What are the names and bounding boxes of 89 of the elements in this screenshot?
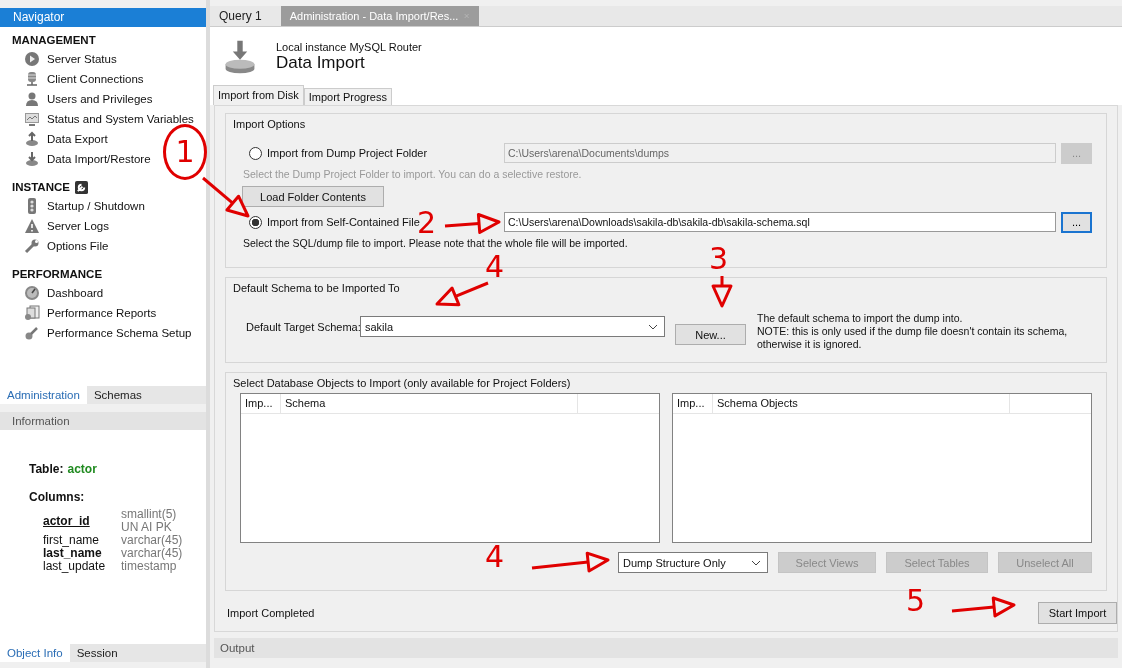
nav-item[interactable]: Server Status [12,49,117,69]
column-name: actor_id [43,514,91,528]
nav-item[interactable]: Server Logs [12,216,109,236]
annotation-arrow [951,596,1016,618]
sidebar-tab[interactable]: Schemas [86,386,149,404]
group-title: Import Options [233,118,306,132]
annotation-arrow [435,281,489,307]
nav-item[interactable]: Performance Reports [12,303,157,323]
column-header[interactable]: Imp... [241,394,281,413]
column-type: smallint(5) [121,508,177,521]
annotation-arrow [444,213,501,234]
annotation-number: 4 [485,542,505,572]
wrench-icon [24,239,39,254]
nav-item[interactable]: Performance Schema Setup [12,323,192,343]
nav-item[interactable]: Client Connections [12,69,144,89]
radio-button[interactable] [249,146,262,160]
info-tab[interactable]: Object Info [0,644,70,662]
reports-icon [25,305,40,320]
column-name: last_name [43,547,103,560]
nav-item[interactable]: Startup / Shutdown [12,196,145,216]
schema-note: The default schema to import the dump into. NOTE: this is only used if the dump file doesn't contain its schema, otherwise it is ignored. [757,312,1068,351]
connection-name: Local instance MySQL Router [276,40,422,53]
user-icon [26,92,38,106]
section-heading: MANAGEMENT [12,34,96,46]
nav-item[interactable]: Data Import/Restore [12,149,151,169]
group-title: Default Schema to be Imported To [233,282,400,296]
annotation-number: 3 [709,244,729,274]
sidebar-tab[interactable]: Administration [0,386,87,404]
status-text: Import Completed [227,607,315,619]
chevron-down-icon [751,559,761,566]
annotation-arrow [202,176,250,218]
option-hint: Select the SQL/dump file to import. Please note that the whole file will be imported. [242,237,629,249]
nav-item[interactable]: Options File [12,236,109,256]
table-name: actor [67,462,97,476]
section-heading: INSTANCE [12,181,70,193]
nav-item[interactable]: Data Export [12,129,108,149]
column-header[interactable]: Schema [281,394,578,413]
column-type: timestamp [121,560,177,573]
path-field[interactable]: C:\Users\arena\Documents\dumps [504,143,1056,163]
gauge-icon [25,286,39,300]
schema-objects-list[interactable]: Imp... Schema Objects [672,393,1092,543]
database-icon [26,72,38,86]
navigator-header: Navigator [0,8,206,27]
chevron-down-icon [648,323,658,330]
tools-icon [25,327,38,340]
wrench-icon[interactable] [74,180,88,194]
information-header: Information [0,412,206,430]
column-name: last_update [43,560,107,573]
column-type: varchar(45) [121,534,183,547]
option-label[interactable]: Import from Self-Contained File [267,216,420,228]
field-label: Default Target Schema: [245,320,360,333]
option-label[interactable]: Import from Dump Project Folder [267,147,428,159]
download-icon [26,151,38,166]
column-flags: UN AI PK [121,521,172,534]
annotation-number: 4 [485,252,505,282]
page-tab[interactable]: Import from Disk [213,85,304,105]
path-field[interactable]: C:\Users\arena\Downloads\sakila-db\sakila-db\sakila-schema.sql [504,212,1056,232]
output-header: Output [214,638,1118,658]
editor-tab[interactable]: Query 1 [210,6,271,26]
page-tab[interactable]: Import Progress [303,88,392,105]
upload-icon [26,131,38,146]
browse-button[interactable]: ... [1061,211,1092,233]
columns-label: Columns: [29,490,86,504]
traffic-light-icon [28,198,36,214]
play-icon [25,52,39,66]
load-folder-button[interactable]: Load Folder Contents [242,186,384,207]
section-heading: PERFORMANCE [12,268,103,280]
dump-mode-dropdown[interactable]: Dump Structure Only [618,552,768,573]
circled-number: 1 [163,124,207,180]
start-import-button[interactable]: Start Import [1038,602,1117,624]
warning-icon [25,219,39,233]
table-label: Table: [29,462,64,476]
monitor-icon [25,113,39,126]
annotation-arrow [711,276,733,308]
nav-item[interactable]: Dashboard [12,283,104,303]
new-schema-button[interactable]: New... [675,324,746,345]
nav-item[interactable]: Users and Privileges [12,89,153,109]
schema-dropdown[interactable]: sakila [360,316,665,337]
column-header[interactable]: Schema Objects [713,394,1010,413]
radio-button[interactable] [249,215,262,229]
schema-list[interactable]: Imp... Schema [240,393,660,543]
column-type: varchar(45) [121,547,183,560]
info-tab[interactable]: Session [69,644,125,662]
column-name: first_name [43,534,101,547]
annotation-number: 5 [906,586,926,616]
group-title: Select Database Objects to Import (only available for Project Folders) [233,377,571,391]
option-hint: Select the Dump Project Folder to import. You can do a selective restore. [242,168,583,180]
column-header[interactable]: Imp... [673,394,713,413]
page-title: Data Import [276,52,365,73]
